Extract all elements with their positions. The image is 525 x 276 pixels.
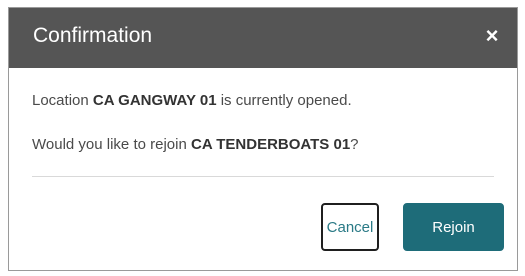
message-line-rejoin-question: Would you like to rejoin CA TENDERBOATS … [32,136,359,153]
message-line1-prefix: Location [32,92,93,109]
rejoin-button[interactable]: Rejoin [403,203,504,251]
rejoin-location-name: CA TENDERBOATS 01 [190,136,351,153]
message-line2-suffix: ? [350,136,359,153]
message-line1-suffix: is currently opened. [216,92,352,109]
message-line2-prefix: Would you like to rejoin [32,136,191,153]
close-icon[interactable]: × [481,25,503,47]
message-line-current-location: Location CA GANGWAY 01 is currently open… [32,92,352,109]
current-location-name: CA GANGWAY 01 [92,92,217,109]
cancel-button[interactable]: Cancel [321,203,379,251]
dialog-header: Confirmation × [9,8,517,68]
confirmation-dialog: Confirmation × Location CA GANGWAY 01 is… [8,7,518,271]
divider [32,176,494,177]
dialog-title: Confirmation [33,24,153,47]
